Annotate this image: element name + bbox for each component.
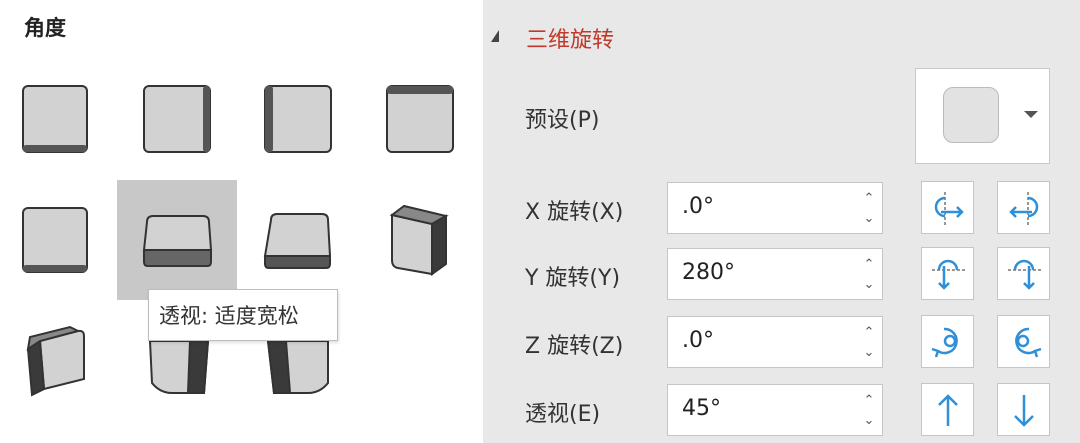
arrow-down-icon — [1014, 395, 1034, 427]
z-rotation-value[interactable]: .0° — [682, 328, 714, 353]
z-rotation-label: Z 旋转(Z) — [525, 334, 624, 359]
preset-front-right-edge[interactable] — [120, 59, 240, 179]
preset-dropdown[interactable] — [915, 68, 1050, 164]
rotate-right-x-button[interactable] — [997, 181, 1050, 234]
z-rotation-decrement[interactable]: ⌄ — [861, 346, 877, 360]
preset-front-bottom-edge[interactable] — [0, 59, 120, 179]
x-rotation-value[interactable]: .0° — [682, 194, 714, 219]
increase-perspective-button[interactable] — [921, 383, 974, 436]
rotate-left-icon — [934, 192, 964, 225]
preset-front-bottom-edge-2[interactable] — [0, 180, 120, 300]
z-rotation-increment[interactable]: ⌃ — [861, 326, 877, 340]
chevron-down-icon — [1024, 111, 1038, 118]
rotate-clockwise-button[interactable] — [997, 315, 1050, 368]
y-rotation-increment[interactable]: ⌃ — [861, 258, 877, 272]
collapse-triangle-icon[interactable] — [491, 30, 499, 42]
preset-perspective-relaxed[interactable] — [117, 180, 237, 300]
preset-label: 预设(P) — [525, 108, 600, 133]
decrease-perspective-button[interactable] — [997, 383, 1050, 436]
rotate-up-y-button[interactable] — [921, 247, 974, 300]
perspective-label: 透视(E) — [525, 402, 601, 427]
rotate-clockwise-icon — [1015, 327, 1042, 358]
perspective-decrement[interactable]: ⌄ — [861, 414, 877, 428]
rotate-left-x-button[interactable] — [921, 181, 974, 234]
x-rotation-increment[interactable]: ⌃ — [861, 192, 877, 206]
rotate-right-icon — [1009, 192, 1039, 225]
y-rotation-label: Y 旋转(Y) — [525, 266, 621, 291]
preset-swatch-icon — [943, 87, 999, 143]
preset-tooltip: 透视: 适度宽松 — [148, 289, 338, 341]
rotate-down-icon — [1008, 259, 1041, 290]
panel-divider — [470, 0, 483, 443]
section-title: 三维旋转 — [526, 28, 615, 53]
x-rotation-decrement[interactable]: ⌄ — [861, 212, 877, 226]
perspective-increment[interactable]: ⌃ — [861, 394, 877, 408]
z-rotation-input[interactable]: .0° ⌃ ⌄ — [667, 316, 883, 368]
preset-isometric-left[interactable] — [0, 301, 120, 421]
preset-isometric-right[interactable] — [360, 180, 480, 300]
3d-rotation-panel: 三维旋转 预设(P) X 旋转(X) .0° ⌃ ⌄ Y 旋转(Y) 280° … — [483, 0, 1080, 443]
gallery-title: 角度 — [24, 16, 66, 40]
preset-front-top-edge[interactable] — [360, 59, 480, 179]
x-rotation-label: X 旋转(X) — [525, 200, 624, 225]
rotate-down-y-button[interactable] — [997, 247, 1050, 300]
preset-perspective-bottom[interactable] — [240, 180, 360, 300]
y-rotation-decrement[interactable]: ⌄ — [861, 278, 877, 292]
perspective-input[interactable]: 45° ⌃ ⌄ — [667, 384, 883, 436]
rotate-up-icon — [932, 259, 965, 290]
3d-presets-gallery: 角度 透视: 适度宽松 — [0, 0, 470, 443]
perspective-value[interactable]: 45° — [682, 396, 721, 421]
y-rotation-value[interactable]: 280° — [682, 260, 735, 285]
arrow-up-icon — [938, 394, 958, 426]
y-rotation-input[interactable]: 280° ⌃ ⌄ — [667, 248, 883, 300]
preset-front-left-edge[interactable] — [240, 59, 360, 179]
x-rotation-input[interactable]: .0° ⌃ ⌄ — [667, 182, 883, 234]
rotate-counterclockwise-button[interactable] — [921, 315, 974, 368]
rotate-counterclockwise-icon — [931, 327, 958, 358]
